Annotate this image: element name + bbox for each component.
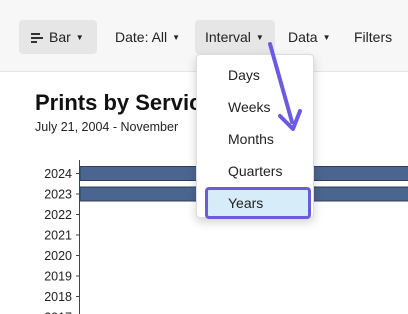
annotation-arrow: [268, 42, 302, 131]
